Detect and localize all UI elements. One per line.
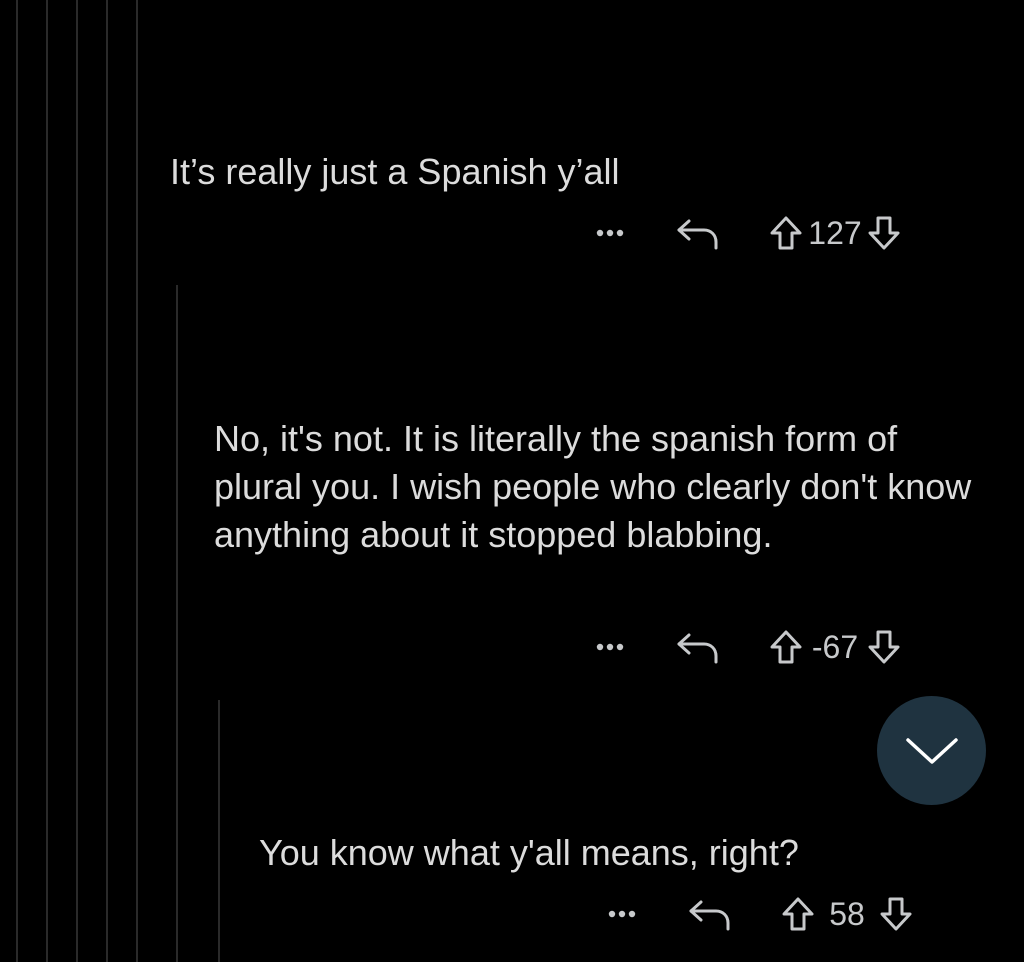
thread-line[interactable] bbox=[46, 0, 48, 962]
chevron-down-icon bbox=[904, 736, 960, 766]
comment-body: No, it's not. It is literally the spanis… bbox=[214, 418, 972, 555]
comment-actions: -67 bbox=[590, 627, 904, 667]
comment-actions: 127 bbox=[590, 213, 904, 253]
downvote-icon[interactable] bbox=[876, 894, 916, 934]
downvote-icon[interactable] bbox=[864, 627, 904, 667]
thread-line[interactable] bbox=[136, 0, 138, 962]
upvote-icon[interactable] bbox=[766, 627, 806, 667]
thread-line[interactable] bbox=[218, 700, 220, 962]
upvote-icon[interactable] bbox=[778, 894, 818, 934]
thread-line[interactable] bbox=[176, 285, 178, 962]
more-options-icon[interactable] bbox=[590, 213, 630, 253]
reply-icon[interactable] bbox=[686, 894, 734, 934]
vote-score: 127 bbox=[808, 214, 862, 251]
thread-line[interactable] bbox=[106, 0, 108, 962]
vote-score: 58 bbox=[829, 895, 865, 932]
more-options-icon[interactable] bbox=[602, 894, 642, 934]
vote-score: -67 bbox=[811, 628, 859, 665]
reply-icon[interactable] bbox=[674, 627, 722, 667]
comment-thread: It’s really just a Spanish y’all 127 No,… bbox=[0, 0, 1024, 962]
reply-icon[interactable] bbox=[674, 213, 722, 253]
upvote-icon[interactable] bbox=[766, 213, 806, 253]
more-options-icon[interactable] bbox=[590, 627, 630, 667]
downvote-icon[interactable] bbox=[864, 213, 904, 253]
comment-body: You know what y'all means, right? bbox=[259, 832, 799, 873]
thread-line[interactable] bbox=[76, 0, 78, 962]
comment-actions: 58 bbox=[602, 894, 916, 934]
comment-body: It’s really just a Spanish y’all bbox=[170, 151, 620, 192]
next-comment-button[interactable] bbox=[877, 696, 986, 805]
thread-line[interactable] bbox=[16, 0, 18, 962]
